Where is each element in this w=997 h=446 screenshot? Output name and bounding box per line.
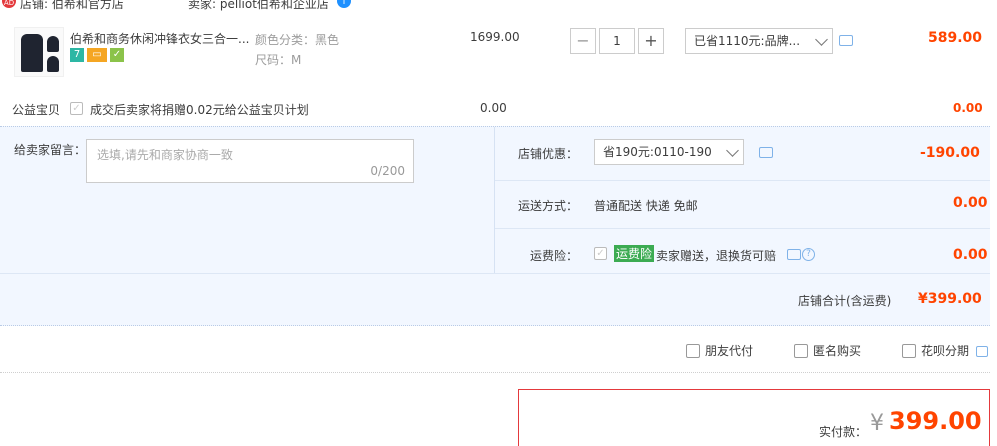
shipping-method: 普通配送 快递 免邮 bbox=[594, 199, 698, 213]
chevron-down-icon bbox=[726, 144, 739, 157]
shop-total-label: 店铺合计(含运费) bbox=[798, 294, 892, 308]
memo-textarea[interactable]: 选填,请先和商家协商一致 0/200 bbox=[86, 139, 414, 183]
option-huabei[interactable]: 花呗分期 bbox=[902, 342, 969, 359]
insurance-tag: 运费险 bbox=[614, 245, 655, 262]
charity-text: 成交后卖家将捐赠0.02元给公益宝贝计划 bbox=[90, 103, 309, 117]
charity-price: 0.00 bbox=[480, 101, 507, 115]
product-title[interactable]: 伯希和商务休闲冲锋衣女三合一... bbox=[70, 30, 250, 47]
payment-summary: 实付款： ¥ 399.00 bbox=[518, 389, 990, 446]
shipping-label: 运送方式： bbox=[518, 199, 579, 213]
credit-card-icon[interactable]: ▭ bbox=[87, 48, 107, 62]
option-anonymous[interactable]: 匿名购买 bbox=[794, 342, 861, 359]
memo-char-count: 0/200 bbox=[370, 164, 405, 178]
seller-name[interactable]: 卖家: pelliot伯希和企业店 bbox=[188, 0, 329, 12]
row-divider bbox=[0, 273, 990, 274]
seven-day-return-icon[interactable]: 7 bbox=[70, 48, 84, 62]
panel-divider bbox=[494, 127, 495, 273]
wangwang-chat-icon[interactable]: i bbox=[337, 0, 351, 8]
decrease-button[interactable]: − bbox=[570, 28, 596, 54]
option-friend-pay[interactable]: 朋友代付 bbox=[686, 342, 753, 359]
shop-header: AD 店铺: 伯希和官方店 卖家: pelliot伯希和企业店 i bbox=[0, 0, 997, 12]
unit-price: 1699.00 bbox=[470, 30, 520, 44]
sku-info: 颜色分类：黑色 尺码：M bbox=[255, 30, 339, 70]
sku-size: 尺码：M bbox=[255, 53, 302, 67]
shop-name[interactable]: 店铺: 伯希和官方店 bbox=[20, 0, 124, 12]
shipping-amount: 0.00 bbox=[953, 195, 988, 211]
checkbox[interactable] bbox=[686, 343, 700, 358]
charity-checkbox[interactable]: ✓ bbox=[70, 102, 83, 115]
insurance-checkbox[interactable]: ✓ bbox=[594, 247, 607, 260]
payment-label: 实付款： bbox=[819, 425, 868, 439]
memo-label: 给卖家留言： bbox=[14, 143, 87, 157]
shop-total-amount: ¥399.00 bbox=[918, 291, 982, 307]
charity-label: 公益宝贝 bbox=[12, 103, 61, 117]
quantity-stepper: − 1 + bbox=[570, 28, 664, 54]
checkbox[interactable] bbox=[902, 343, 916, 358]
message-icon[interactable] bbox=[759, 147, 773, 158]
payment-amount: 399.00 bbox=[889, 407, 982, 435]
item-discount-value: 已省1110元:品牌... bbox=[694, 34, 801, 48]
insurance-amount: 0.00 bbox=[953, 247, 988, 263]
product-thumbnail[interactable] bbox=[14, 27, 64, 77]
guarantee-icon[interactable]: ✓ bbox=[110, 48, 124, 62]
sku-color: 颜色分类：黑色 bbox=[255, 33, 340, 47]
service-badges: 7 ▭ ✓ bbox=[70, 48, 124, 62]
memo-placeholder: 选填,请先和商家协商一致 bbox=[97, 148, 233, 162]
option-label: 匿名购买 bbox=[813, 344, 862, 358]
shop-discount-amount: -190.00 bbox=[920, 145, 980, 161]
shop-discount-value: 省190元:0110-190 bbox=[603, 145, 712, 159]
item-discount-select[interactable]: 已省1110元:品牌... bbox=[685, 28, 833, 54]
row-divider bbox=[495, 180, 990, 181]
chevron-down-icon bbox=[815, 33, 828, 46]
message-icon[interactable] bbox=[787, 249, 801, 260]
message-icon[interactable] bbox=[839, 35, 853, 46]
currency-symbol: ¥ bbox=[870, 411, 884, 436]
increase-button[interactable]: + bbox=[638, 28, 664, 54]
option-label: 朋友代付 bbox=[705, 344, 754, 358]
row-divider bbox=[495, 228, 990, 229]
message-icon[interactable] bbox=[976, 346, 988, 357]
help-icon[interactable]: ? bbox=[802, 248, 815, 261]
insurance-label: 运费险： bbox=[530, 249, 579, 263]
option-label: 花呗分期 bbox=[921, 344, 970, 358]
checkbox[interactable] bbox=[794, 343, 808, 358]
insurance-text: 卖家赠送，退换货可赔 bbox=[656, 249, 777, 263]
divider bbox=[0, 372, 990, 373]
shop-discount-select[interactable]: 省190元:0110-190 bbox=[594, 139, 744, 165]
quantity-input[interactable]: 1 bbox=[599, 28, 635, 54]
shop-logo-icon: AD bbox=[2, 0, 16, 8]
charity-amount: 0.00 bbox=[953, 101, 983, 115]
item-subtotal: 589.00 bbox=[928, 30, 983, 46]
shop-discount-label: 店铺优惠： bbox=[518, 147, 579, 161]
